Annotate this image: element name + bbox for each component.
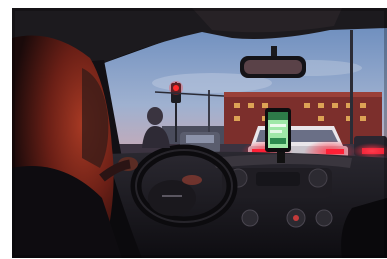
photo-frame	[12, 8, 387, 258]
street-pole	[350, 30, 353, 145]
photo	[12, 8, 387, 258]
car-right	[352, 136, 387, 159]
